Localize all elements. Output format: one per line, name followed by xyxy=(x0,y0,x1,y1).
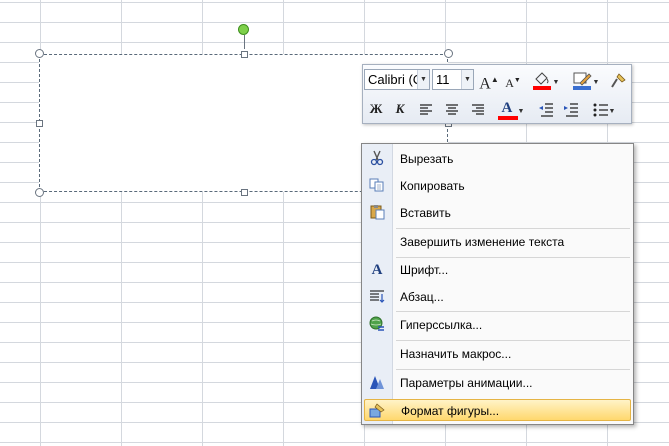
italic-icon: К xyxy=(395,101,405,116)
menu-item-label: Назначить макрос... xyxy=(400,347,512,361)
menu-item-label: Формат фигуры... xyxy=(401,404,500,418)
format-painter-button[interactable] xyxy=(607,69,629,91)
mini-formatting-toolbar: Calibri (С ▼ 11 ▼ A▲ A▼ ▼ ▼ Ж К A ▼ ▼ xyxy=(362,64,632,124)
resize-handle-top-left[interactable] xyxy=(35,49,44,58)
toolbar-row-2: Ж К A ▼ ▼ xyxy=(363,96,631,122)
menu-item-label: Вставить xyxy=(400,206,451,220)
decrease-indent-button[interactable] xyxy=(535,98,557,120)
menu-item-paste[interactable]: Вставить xyxy=(364,202,631,224)
paragraph-icon xyxy=(368,288,386,306)
pen-outline-icon xyxy=(572,72,592,90)
font-icon: A xyxy=(371,262,383,278)
menu-separator xyxy=(396,257,630,258)
menu-item-label: Абзац... xyxy=(400,290,444,304)
align-right-button[interactable] xyxy=(467,98,489,120)
grow-font-button[interactable]: A▲ xyxy=(478,69,500,93)
menu-separator xyxy=(396,228,630,229)
resize-handle-bottom-left[interactable] xyxy=(35,188,44,197)
rotation-handle[interactable] xyxy=(238,24,249,35)
menu-item-finish-text-edit[interactable]: Завершить изменение текста xyxy=(364,231,631,253)
animation-icon xyxy=(368,374,386,392)
menu-item-format-shape[interactable]: Формат фигуры... xyxy=(364,399,631,421)
align-left-icon xyxy=(420,103,432,115)
menu-separator xyxy=(396,311,630,312)
menu-item-label: Вырезать xyxy=(400,152,454,166)
increase-indent-button[interactable] xyxy=(560,98,582,120)
chevron-down-icon[interactable]: ▼ xyxy=(518,108,525,115)
menu-separator xyxy=(396,340,630,341)
resize-handle-top-right[interactable] xyxy=(444,49,453,58)
font-name-combo[interactable]: Calibri (С ▼ xyxy=(364,69,430,90)
bullets-button[interactable]: ▼ xyxy=(587,98,621,120)
menu-item-paragraph[interactable]: Абзац... xyxy=(364,286,631,308)
format-shape-icon xyxy=(369,402,387,420)
font-size-value: 11 xyxy=(436,72,450,87)
toolbar-row-1: Calibri (С ▼ 11 ▼ A▲ A▼ ▼ ▼ xyxy=(363,67,631,93)
font-name-value: Calibri (С xyxy=(368,72,423,87)
bullet-list-icon xyxy=(593,103,608,117)
align-right-icon xyxy=(472,103,484,115)
bold-icon: Ж xyxy=(369,101,383,116)
decrease-indent-icon xyxy=(539,102,553,117)
align-left-button[interactable] xyxy=(415,98,437,120)
menu-item-assign-macro[interactable]: Назначить макрос... xyxy=(364,343,631,365)
menu-item-copy[interactable]: Копировать xyxy=(364,175,631,197)
menu-item-font[interactable]: A Шрифт... xyxy=(364,259,631,281)
outline-color-button[interactable]: ▼ xyxy=(568,69,602,91)
menu-item-label: Завершить изменение текста xyxy=(400,235,565,249)
hyperlink-icon xyxy=(368,316,386,334)
context-menu: Вырезать Копировать Вставить Завершить и… xyxy=(361,143,634,425)
menu-item-cut[interactable]: Вырезать xyxy=(364,148,631,170)
chevron-down-icon[interactable]: ▼ xyxy=(553,79,560,86)
shrink-font-icon: A xyxy=(505,76,514,90)
chevron-down-icon[interactable]: ▼ xyxy=(593,79,600,86)
rotation-connector xyxy=(244,35,245,49)
shrink-font-button[interactable]: A▼ xyxy=(502,69,524,91)
bold-button[interactable]: Ж xyxy=(365,98,387,120)
grow-font-icon: A xyxy=(479,75,491,93)
fill-color-button[interactable]: ▼ xyxy=(528,69,562,91)
chevron-down-icon[interactable]: ▼ xyxy=(417,70,429,89)
menu-item-animation-settings[interactable]: Параметры анимации... xyxy=(364,372,631,394)
align-center-button[interactable] xyxy=(441,98,463,120)
scissors-icon xyxy=(368,150,386,168)
italic-button[interactable]: К xyxy=(389,98,411,120)
resize-handle-top[interactable] xyxy=(241,51,248,58)
chevron-down-icon[interactable]: ▼ xyxy=(609,108,616,115)
resize-handle-bottom[interactable] xyxy=(241,189,248,196)
menu-item-label: Параметры анимации... xyxy=(400,376,533,390)
font-size-combo[interactable]: 11 ▼ xyxy=(432,69,474,90)
chevron-down-icon[interactable]: ▼ xyxy=(461,70,473,89)
paste-icon xyxy=(368,204,386,222)
paint-bucket-icon xyxy=(532,71,551,90)
copy-icon xyxy=(368,177,386,195)
font-color-icon: A xyxy=(497,100,518,120)
align-center-icon xyxy=(446,103,458,115)
format-painter-icon xyxy=(611,72,626,88)
menu-item-label: Копировать xyxy=(400,179,465,193)
increase-indent-icon xyxy=(564,102,578,117)
menu-item-hyperlink[interactable]: Гиперссылка... xyxy=(364,314,631,336)
menu-item-label: Шрифт... xyxy=(400,263,449,277)
menu-item-label: Гиперссылка... xyxy=(400,318,483,332)
resize-handle-left[interactable] xyxy=(36,120,43,127)
menu-separator xyxy=(396,369,630,370)
font-color-button[interactable]: A ▼ xyxy=(494,98,528,120)
